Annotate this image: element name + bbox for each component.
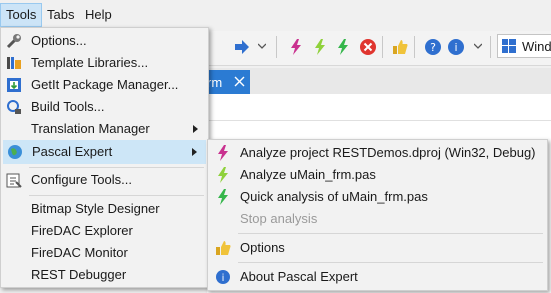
analyze-project-icon[interactable] <box>287 38 305 56</box>
menu-separator <box>238 233 543 234</box>
menu-item-template-libraries[interactable]: Template Libraries... <box>3 52 206 74</box>
configure-tools-icon <box>6 173 22 188</box>
wrench-icon <box>6 34 21 49</box>
menu-help[interactable]: Help <box>80 4 117 26</box>
editor-tab-bar <box>207 68 551 94</box>
menu-item-label: Build Tools... <box>31 99 105 114</box>
menu-tabs[interactable]: Tabs <box>42 4 79 26</box>
menu-item-label: Configure Tools... <box>31 172 132 187</box>
menu-item-translation-manager[interactable]: Translation Manager <box>3 118 206 140</box>
menu-item-label: Options... <box>31 33 87 48</box>
menu-item-pascal-expert[interactable]: Pascal Expert <box>3 140 206 164</box>
build-tools-icon <box>7 100 21 114</box>
menu-item-label: Pascal Expert <box>32 144 113 159</box>
submenu-item-quick-analysis[interactable]: Quick analysis of uMain_frm.pas <box>210 186 545 208</box>
toolbar-separator <box>382 36 383 58</box>
template-library-icon <box>7 57 21 69</box>
pascal-expert-submenu: Analyze project RESTDemos.dproj (Win32, … <box>207 139 548 291</box>
thumbs-up-icon[interactable] <box>391 38 409 56</box>
window-combo-label: Wind <box>522 39 551 54</box>
analyze-project-icon <box>218 145 228 161</box>
menu-item-label: Template Libraries... <box>31 55 149 70</box>
submenu-item-analyze-file[interactable]: Analyze uMain_frm.pas <box>210 164 545 186</box>
menu-item-getit[interactable]: GetIt Package Manager... <box>3 74 206 96</box>
svg-text:i: i <box>454 41 457 54</box>
info-icon: i <box>216 270 230 284</box>
menu-separator <box>29 195 204 196</box>
close-icon[interactable] <box>234 76 245 87</box>
menu-item-configure-tools[interactable]: Configure Tools... <box>3 169 206 191</box>
chevron-down-icon[interactable] <box>258 42 266 50</box>
submenu-arrow-icon <box>192 148 197 156</box>
editor-tab-active[interactable]: rm <box>207 70 250 94</box>
globe-icon <box>8 145 22 159</box>
info-icon[interactable]: i <box>447 38 465 56</box>
editor-divider <box>207 120 551 121</box>
quick-analysis-icon[interactable] <box>334 38 352 56</box>
menu-item-bitmap-style-designer[interactable]: Bitmap Style Designer <box>3 198 206 220</box>
submenu-item-label: Analyze uMain_frm.pas <box>240 167 376 182</box>
editor-tab-title: rm <box>207 75 223 90</box>
menu-tools[interactable]: Tools <box>0 3 43 27</box>
menu-item-label: FireDAC Monitor <box>31 245 128 260</box>
menu-item-build-tools[interactable]: Build Tools... <box>3 96 206 118</box>
menu-item-label: Translation Manager <box>31 121 150 136</box>
menu-item-options[interactable]: Options... <box>3 30 206 52</box>
menu-item-label: REST Debugger <box>31 267 127 282</box>
submenu-item-label: Options <box>240 240 285 255</box>
menu-item-firedac-monitor[interactable]: FireDAC Monitor <box>3 242 206 264</box>
submenu-item-about[interactable]: i About Pascal Expert <box>210 266 545 288</box>
menu-item-firedac-explorer[interactable]: FireDAC Explorer <box>3 220 206 242</box>
submenu-item-label: Analyze project RESTDemos.dproj (Win32, … <box>240 145 536 160</box>
window-combo[interactable]: Wind <box>497 34 551 58</box>
toolbar-separator <box>490 36 491 58</box>
svg-text:?: ? <box>430 41 436 54</box>
menu-separator <box>238 262 543 263</box>
stop-icon[interactable] <box>359 38 377 56</box>
windows-logo-icon <box>502 39 516 53</box>
package-manager-icon <box>7 78 21 92</box>
toolbar-separator <box>414 36 415 58</box>
analyze-file-icon[interactable] <box>311 38 329 56</box>
submenu-item-options[interactable]: Options <box>210 237 545 259</box>
menu-item-label: FireDAC Explorer <box>31 223 133 238</box>
analyze-file-icon <box>218 167 228 183</box>
svg-text:i: i <box>222 273 225 284</box>
forward-arrow-icon[interactable] <box>233 38 251 56</box>
submenu-item-label: Stop analysis <box>240 211 318 226</box>
submenu-item-analyze-project[interactable]: Analyze project RESTDemos.dproj (Win32, … <box>210 142 545 164</box>
submenu-item-label: About Pascal Expert <box>240 269 358 284</box>
tools-menu: Options... Template Libraries... GetIt P… <box>0 27 209 288</box>
quick-analysis-icon <box>218 189 228 205</box>
submenu-item-label: Quick analysis of uMain_frm.pas <box>240 189 428 204</box>
toolbar-separator <box>276 36 277 58</box>
pascal-expert-options-icon <box>216 241 231 255</box>
submenu-arrow-icon <box>193 125 198 133</box>
help-icon[interactable]: ? <box>424 38 442 56</box>
menu-item-rest-debugger[interactable]: REST Debugger <box>3 264 206 286</box>
chevron-down-icon[interactable] <box>474 42 482 50</box>
menu-item-label: GetIt Package Manager... <box>31 77 179 92</box>
menu-separator <box>29 167 204 168</box>
submenu-item-stop-analysis: Stop analysis <box>210 208 545 230</box>
menu-item-label: Bitmap Style Designer <box>31 201 160 216</box>
